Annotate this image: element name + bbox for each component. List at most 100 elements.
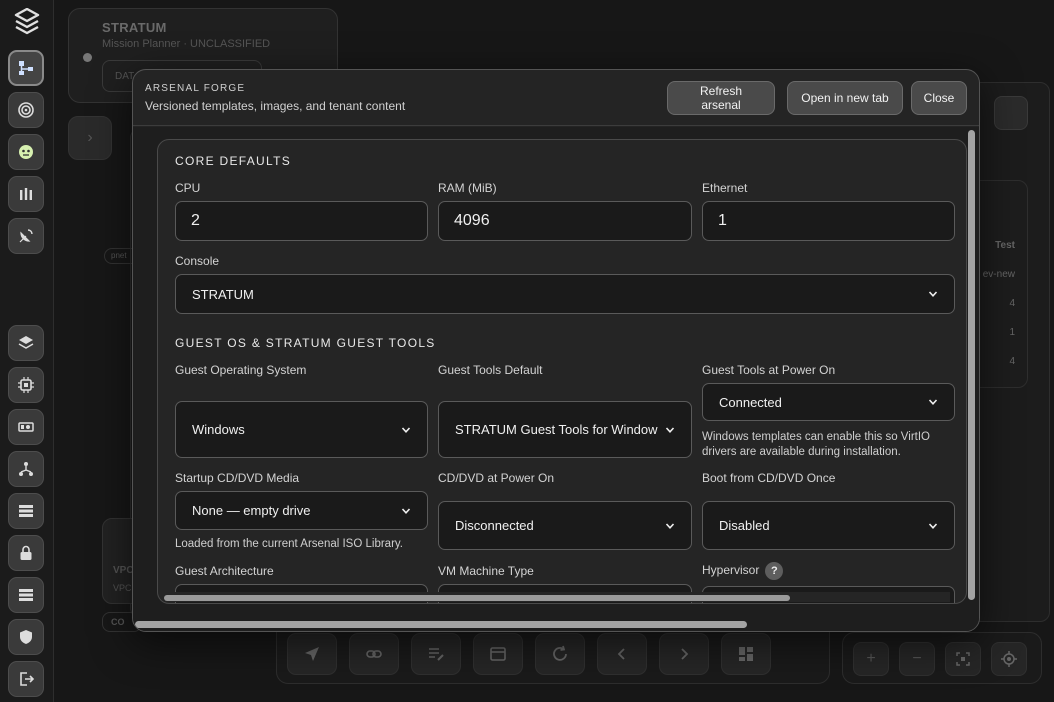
- horizontal-scrollbar-thumb[interactable]: [164, 595, 790, 601]
- chevron-down-icon: [401, 426, 411, 433]
- guest-tools-power-on-select[interactable]: Connected: [702, 383, 955, 421]
- layout-grid-icon: [739, 647, 753, 661]
- console-select[interactable]: STRATUM: [175, 274, 955, 314]
- chevron-down-icon: [928, 522, 938, 529]
- fit-view-icon: [956, 652, 970, 666]
- table-cell: 1: [1009, 327, 1015, 338]
- modal-header: ARSENAL FORGE Versioned templates, image…: [133, 70, 979, 126]
- template-settings-card: CORE DEFAULTS CPU 2 RAM (MiB) 4096 Ether…: [157, 139, 967, 604]
- rail-servers-button[interactable]: [8, 577, 44, 613]
- rail-chip-button[interactable]: [8, 367, 44, 403]
- toolbar-layout-button[interactable]: [721, 633, 771, 675]
- guest-os-label: Guest Operating System: [175, 363, 307, 377]
- startup-media-value: None — empty drive: [192, 503, 311, 518]
- toolbar-navigate-button[interactable]: [287, 633, 337, 675]
- gpu-icon: [18, 422, 34, 432]
- layers-icon: [18, 336, 34, 349]
- left-rail: [0, 0, 54, 702]
- ethernet-input[interactable]: 1: [702, 201, 955, 241]
- table-header: Test: [995, 240, 1015, 251]
- rail-logout-button[interactable]: [8, 661, 44, 697]
- cd-power-on-value: Disconnected: [455, 518, 534, 533]
- table-cell: 4: [1009, 298, 1015, 309]
- vpc-sub: VPC: [113, 583, 132, 593]
- machine-type-label: VM Machine Type: [438, 564, 534, 578]
- guest-tools-help-text: Windows templates can enable this so Vir…: [702, 431, 930, 458]
- right-panel-menu-button[interactable]: [994, 96, 1028, 130]
- minus-icon: −: [912, 650, 922, 667]
- vertical-scrollbar-thumb[interactable]: [968, 130, 975, 600]
- console-label: Console: [175, 254, 220, 268]
- rail-bot-button[interactable]: [8, 134, 44, 170]
- guest-os-title: GUEST OS & STRATUM GUEST TOOLS: [175, 336, 436, 350]
- guest-tools-power-on-label: Guest Tools at Power On: [702, 363, 836, 377]
- server-list-icon: [19, 505, 33, 517]
- fit-view-button[interactable]: [945, 642, 981, 676]
- toolbar-refresh-button[interactable]: [535, 633, 585, 675]
- hypervisor-label-row: Hypervisor?: [702, 562, 784, 580]
- rail-network-button[interactable]: [8, 451, 44, 487]
- bot-icon: [19, 145, 33, 159]
- guest-tools-default-select[interactable]: STRATUM Guest Tools for Window: [438, 401, 692, 458]
- rail-shield-button[interactable]: [8, 619, 44, 655]
- toolbar-next-button[interactable]: [659, 633, 709, 675]
- guest-os-select[interactable]: Windows: [175, 401, 428, 458]
- rail-target-button[interactable]: [8, 92, 44, 128]
- arsenal-forge-modal: ARSENAL FORGE Versioned templates, image…: [132, 69, 980, 632]
- plus-icon: +: [866, 650, 876, 667]
- chevron-down-icon: [401, 507, 411, 514]
- cd-power-on-label: CD/DVD at Power On: [438, 471, 555, 485]
- console-select-value: STRATUM: [192, 286, 254, 302]
- close-button[interactable]: Close: [911, 81, 967, 115]
- cpu-input[interactable]: 2: [175, 201, 428, 241]
- network-icon: [19, 462, 33, 476]
- ethernet-label: Ethernet: [702, 181, 748, 195]
- expand-panel-button[interactable]: ›: [68, 116, 112, 160]
- guest-tools-default-value: STRATUM Guest Tools for Window: [455, 422, 658, 437]
- zoom-in-button[interactable]: +: [853, 642, 889, 676]
- rail-satellite-button[interactable]: [8, 218, 44, 254]
- rail-gpu-button[interactable]: [8, 409, 44, 445]
- edit-list-icon: [429, 648, 444, 661]
- table-cell: ev-new: [982, 269, 1015, 280]
- boot-once-select[interactable]: Disabled: [702, 501, 955, 550]
- table-cell: 4: [1009, 356, 1015, 367]
- rail-layers-button[interactable]: [8, 325, 44, 361]
- zoom-out-button[interactable]: −: [899, 642, 935, 676]
- boot-once-value: Disabled: [719, 518, 770, 533]
- servers-icon: [19, 589, 33, 601]
- refresh-arsenal-button[interactable]: Refresh arsenal: [667, 81, 775, 115]
- send-icon: [305, 647, 319, 661]
- cd-power-on-select[interactable]: Disconnected: [438, 501, 692, 550]
- rail-storage-button[interactable]: [8, 493, 44, 529]
- mission-title: STRATUM: [102, 20, 167, 35]
- modal-horizontal-scrollbar-thumb[interactable]: [135, 621, 747, 628]
- chevron-right-icon: ›: [87, 129, 93, 146]
- chevron-down-icon: [665, 522, 675, 529]
- locate-button[interactable]: [991, 642, 1027, 676]
- toolbar-link-button[interactable]: [349, 633, 399, 675]
- modal-subtitle: Versioned templates, images, and tenant …: [145, 99, 406, 113]
- toolbar-window-button[interactable]: [473, 633, 523, 675]
- help-icon[interactable]: ?: [765, 562, 784, 580]
- chevron-right-icon: [681, 648, 689, 660]
- rail-lock-button[interactable]: [8, 535, 44, 571]
- horizontal-scrollbar[interactable]: [160, 592, 950, 602]
- toolbar-prev-button[interactable]: [597, 633, 647, 675]
- zoom-controls: + −: [842, 632, 1042, 684]
- guest-architecture-label: Guest Architecture: [175, 564, 274, 578]
- guest-os-select-value: Windows: [192, 422, 245, 437]
- startup-media-select[interactable]: None — empty drive: [175, 491, 428, 530]
- boot-once-label: Boot from CD/DVD Once: [702, 471, 836, 485]
- satellite-dish-icon: [19, 229, 33, 243]
- chevron-left-icon: [617, 648, 625, 660]
- target-icon: [18, 102, 34, 118]
- chevron-down-icon: [665, 426, 675, 433]
- ram-input[interactable]: 4096: [438, 201, 692, 241]
- rail-topology-button[interactable]: [8, 50, 44, 86]
- mission-subtitle: Mission Planner · UNCLASSIFIED: [102, 38, 271, 50]
- toolbar-edit-button[interactable]: [411, 633, 461, 675]
- rail-arsenal-button[interactable]: [8, 176, 44, 212]
- refresh-icon: [553, 645, 567, 661]
- open-new-tab-button[interactable]: Open in new tab: [787, 81, 903, 115]
